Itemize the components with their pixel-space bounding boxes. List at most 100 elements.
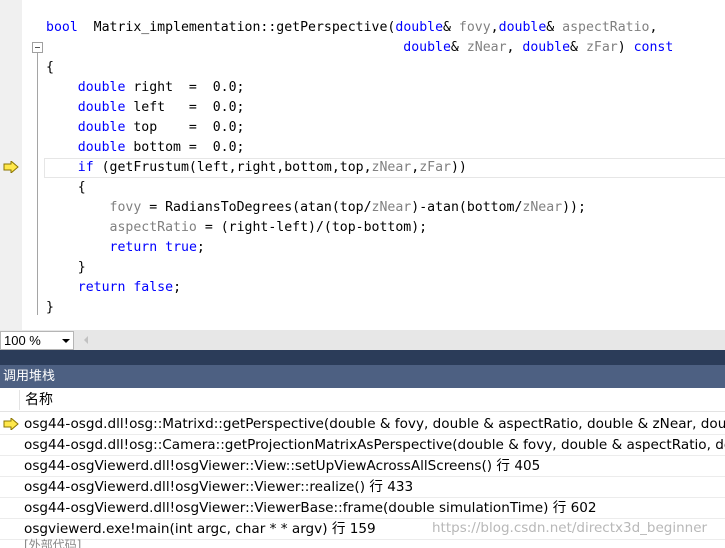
code-text: Matrix_implementation (93, 20, 261, 35)
call-stack-frame-name: osg44-osgd.dll!osg::Matrixd::getPerspect… (24, 416, 725, 432)
zoom-value: 100 % (4, 333, 41, 348)
watermark-text: https://blog.csdn.net/directx3d_beginner (432, 520, 708, 536)
column-divider (19, 390, 20, 410)
code-text: & (450, 40, 467, 55)
call-stack-frame-name: osg44-osgd.dll!osg::Camera::getProjectio… (24, 437, 725, 453)
code-keyword: double (403, 40, 451, 55)
code-parameter: aspectRatio (562, 20, 650, 35)
call-stack-row[interactable]: osg44-osgd.dll!osg::Matrixd::getPerspect… (0, 414, 725, 435)
code-keyword: double (522, 40, 571, 55)
outline-guide (37, 53, 38, 315)
code-text: { (46, 60, 54, 75)
code-text: )) (450, 160, 467, 175)
current-frame-arrow-icon (3, 418, 19, 430)
code-parameter: fovy (109, 200, 142, 215)
external-code-row[interactable]: [外部代码] (24, 539, 81, 548)
code-line[interactable]: } (46, 298, 54, 318)
code-keyword: double (77, 120, 126, 135)
code-text: { (46, 180, 86, 195)
code-text: )); (562, 200, 586, 215)
panel-splitter[interactable] (0, 350, 725, 365)
call-stack-title[interactable]: 调用堆栈 (0, 365, 725, 388)
code-line[interactable]: { (46, 178, 86, 198)
code-line[interactable]: double top = 0.0; (46, 118, 245, 138)
code-text: , (506, 40, 523, 55)
code-text: , (649, 20, 658, 35)
code-text: right = 0.0; (125, 80, 245, 95)
code-text: & (443, 20, 459, 35)
code-parameter: zNear (522, 200, 563, 215)
code-text: left = 0.0; (125, 100, 245, 115)
code-text: , (411, 160, 420, 175)
code-parameter: zNear (466, 40, 507, 55)
scroll-left-icon[interactable] (80, 333, 92, 347)
editor-status-bar: 100 % (0, 330, 725, 350)
code-parameter: zNear (371, 200, 412, 215)
code-text: } (46, 300, 54, 315)
zoom-dropdown[interactable]: 100 % (0, 331, 74, 350)
call-stack-row[interactable]: osg44-osgViewerd.dll!osgViewer::View::se… (0, 456, 725, 477)
code-text: ::getPerspective( (260, 20, 396, 35)
call-stack-frame-name: osg44-osgViewerd.dll!osgViewer::Viewer::… (24, 479, 414, 495)
code-keyword: return (77, 280, 126, 295)
code-line[interactable]: double left = 0.0; (46, 98, 245, 118)
code-text: = (right-left)/(top-bottom); (196, 220, 428, 235)
collapse-toggle-icon[interactable] (32, 42, 43, 53)
code-line[interactable]: double right = 0.0; (46, 78, 245, 98)
call-stack-row[interactable]: osg44-osgViewerd.dll!osgViewer::ViewerBa… (0, 498, 725, 519)
code-parameter: aspectRatio (109, 220, 197, 235)
code-keyword: double (77, 80, 126, 95)
current-statement-arrow-icon (3, 161, 19, 173)
column-header-name: 名称 (25, 392, 53, 408)
code-text: & (546, 20, 563, 35)
code-text: } (46, 260, 86, 275)
code-parameter: zNear (371, 160, 412, 175)
code-keyword: return (109, 240, 158, 255)
code-keyword: true (165, 240, 197, 255)
code-line[interactable]: return true; (46, 238, 205, 258)
code-keyword: if (77, 160, 94, 175)
code-text: (getFrustum(left,right,bottom,top, (93, 160, 372, 175)
code-parameter: fovy (458, 20, 491, 35)
code-line[interactable]: double bottom = 0.0; (46, 138, 245, 158)
code-line[interactable]: if (getFrustum(left,right,bottom,top,zNe… (46, 158, 467, 178)
code-editor[interactable]: bool Matrix_implementation::getPerspecti… (0, 0, 725, 330)
code-text: ; (196, 240, 205, 255)
code-text: bottom = 0.0; (125, 140, 245, 155)
call-stack-frame-name: osg44-osgViewerd.dll!osgViewer::View::se… (24, 458, 541, 474)
code-text: top = 0.0; (125, 120, 245, 135)
code-keyword: false (133, 280, 174, 295)
code-line[interactable]: aspectRatio = (right-left)/(top-bottom); (46, 218, 428, 238)
code-line[interactable]: fovy = RadiansToDegrees(atan(top/zNear)-… (46, 198, 586, 218)
code-keyword: bool (46, 20, 78, 35)
code-line[interactable]: { (46, 58, 54, 78)
chevron-down-icon[interactable] (62, 339, 70, 343)
code-text: & (570, 40, 586, 55)
code-text: ; (173, 280, 182, 295)
code-keyword: double (77, 140, 126, 155)
code-line[interactable]: bool Matrix_implementation::getPerspecti… (46, 18, 657, 38)
code-keyword: double (395, 20, 444, 35)
code-text: ) (617, 40, 634, 55)
code-line[interactable]: return false; (46, 278, 181, 298)
code-parameter: zFar (419, 160, 451, 175)
code-text: )-atan(bottom/ (411, 200, 523, 215)
code-line[interactable]: } (46, 258, 86, 278)
code-line[interactable]: double& zNear, double& zFar) const (46, 38, 673, 58)
code-keyword: double (498, 20, 547, 35)
code-text: , (490, 20, 499, 35)
call-stack-row[interactable]: osg44-osgViewerd.dll!osgViewer::Viewer::… (0, 477, 725, 498)
code-keyword: double (77, 100, 126, 115)
call-stack-row[interactable]: osg44-osgd.dll!osg::Camera::getProjectio… (0, 435, 725, 456)
column-header[interactable]: 名称 (0, 388, 725, 412)
